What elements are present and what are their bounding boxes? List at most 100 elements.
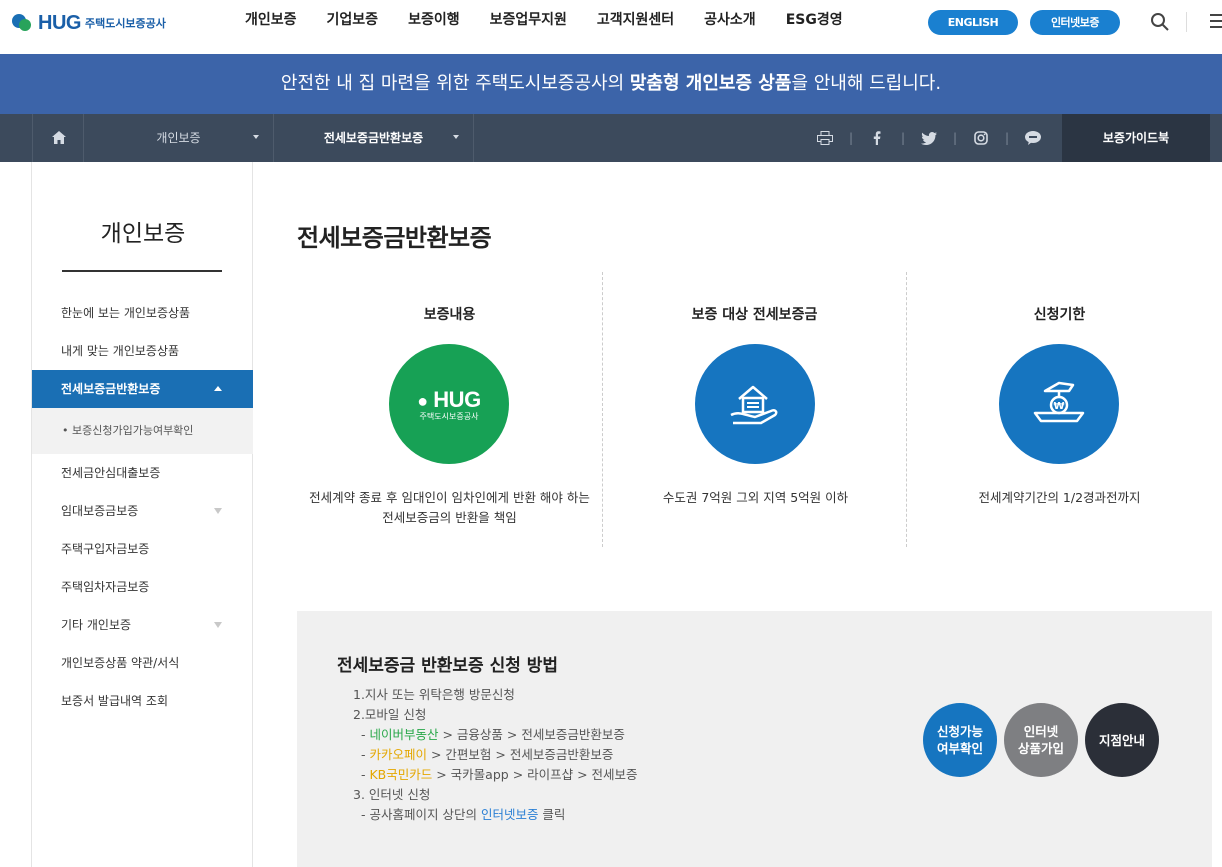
search-icon[interactable]	[1150, 12, 1170, 32]
home-icon	[52, 131, 66, 144]
internet-option: - 공사홈페이지 상단의 인터넷보증 클릭	[353, 805, 638, 825]
sidebar-item-terms[interactable]: 개인보증상품 약관/서식	[32, 644, 253, 682]
house-hand-icon-badge	[695, 344, 815, 464]
button-line: 상품가입	[1017, 741, 1064, 756]
share-divider: |	[900, 131, 906, 145]
logo-subtitle: 주택도시보증공사	[84, 17, 166, 30]
product-dropdown-label: 전세보증금반환보증	[323, 131, 424, 145]
chevron-down-icon	[214, 622, 222, 628]
sidebar-item-purchase-fund[interactable]: 주택구입자금보증	[32, 530, 253, 568]
product-summary: 보증내용 ● HUG 주택도시보증공사 전세계약 종료 후 임대인이 임차인에게…	[297, 272, 1212, 547]
gnb-item-performance[interactable]: 보증이행	[393, 0, 475, 40]
sidebar-item-recommend[interactable]: 내게 맞는 개인보증상품	[32, 332, 253, 370]
banner-text-before: 안전한 내 집 마련을 위한 주택도시보증공사의	[280, 73, 630, 94]
banner-text-bold: 맞춤형 개인보증 상품	[629, 73, 792, 94]
badge-logo-sub: 주택도시보증공사	[419, 411, 479, 421]
step-internet: 3. 인터넷 신청	[353, 787, 431, 802]
won-money-hand-icon: ₩	[1033, 381, 1085, 423]
column-title: 신청기한	[1033, 307, 1086, 323]
internet-signup-button[interactable]: 인터넷상품가입	[1004, 703, 1078, 777]
share-tools: | | | |	[808, 114, 1050, 162]
column-description: 수도권 7억원 그외 지역 5억원 이하	[662, 490, 849, 505]
gnb-item-esg[interactable]: ESG경영	[771, 0, 858, 40]
column-description: 전세계약기간의 1/2경과전까지	[978, 490, 1141, 505]
step-branch-visit: 1.지사 또는 위탁은행 방문신청	[353, 687, 515, 702]
hamburger-menu-icon[interactable]	[1210, 14, 1222, 30]
option-suffix: 클릭	[538, 807, 566, 822]
sidebar-item-label: 기타 개인보증	[61, 618, 132, 632]
chevron-down-icon	[253, 135, 259, 139]
mobile-option-kakaopay: - 카카오페이 > 간편보험 > 전세보증금반환보증	[353, 745, 638, 765]
internet-guarantee-link[interactable]: 인터넷보증	[481, 807, 539, 822]
category-dropdown-label: 개인보증	[156, 131, 201, 145]
hug-logo[interactable]: HUG 주택도시보증공사	[12, 8, 166, 38]
badge-logo-text: HUG	[433, 386, 481, 412]
share-divider: |	[1004, 131, 1010, 145]
top-header: HUG 주택도시보증공사 개인보증 기업보증 보증이행 보증업무지원 고객지원센…	[0, 0, 1222, 54]
step-mobile: 2.모바일 신청	[353, 707, 427, 722]
gnb-item-support[interactable]: 보증업무지원	[475, 0, 582, 40]
house-in-hand-icon	[730, 385, 778, 425]
gnb-item-about[interactable]: 공사소개	[689, 0, 771, 40]
button-line: 신청가능	[936, 724, 983, 739]
intro-banner: 안전한 내 집 마련을 위한 주택도시보증공사의 맞춤형 개인보증 상품을 안내…	[0, 54, 1222, 114]
sidebar-item-certificate-history[interactable]: 보증서 발급내역 조회	[32, 682, 253, 720]
button-line: 인터넷	[1023, 724, 1059, 739]
mobile-option-naver: - 네이버부동산 > 금융상품 > 전세보증금반환보증	[353, 725, 638, 745]
sidebar-item-overview[interactable]: 한눈에 보는 개인보증상품	[32, 294, 253, 332]
chevron-down-icon	[453, 135, 459, 139]
money-hand-icon-badge: ₩	[999, 344, 1119, 464]
internet-guarantee-button[interactable]: 인터넷보증	[1030, 10, 1120, 35]
share-divider: |	[848, 131, 854, 145]
global-nav: 개인보증 기업보증 보증이행 보증업무지원 고객지원센터 공사소개 ESG경영	[230, 0, 858, 40]
column-description: 전세계약 종료 후 임대인이 임차인에게 반환 해야 하는 전세보증금의 반환을…	[309, 490, 590, 525]
sub-navigation: 개인보증 전세보증금반환보증 | | | | 보증가이드북	[0, 114, 1222, 162]
print-icon[interactable]	[808, 114, 842, 162]
option-path: > 간편보험 > 전세보증금반환보증	[427, 747, 614, 762]
gnb-item-customer-center[interactable]: 고객지원센터	[582, 0, 689, 40]
hug-badge: ● HUG 주택도시보증공사	[389, 344, 509, 464]
naver-realestate-link[interactable]: 네이버부동산	[369, 727, 438, 742]
kb-card-link[interactable]: KB국민카드	[369, 767, 432, 782]
mobile-option-kbcard: - KB국민카드 > 국카몰app > 라이프샵 > 전세보증	[353, 765, 638, 785]
summary-column-target: 보증 대상 전세보증금 수도권 7억원 그외 지역 5억원 이하	[602, 272, 907, 547]
english-button[interactable]: ENGLISH	[928, 10, 1018, 35]
home-button[interactable]	[32, 114, 84, 162]
share-divider: |	[952, 131, 958, 145]
chevron-down-icon	[214, 508, 222, 514]
header-divider	[1186, 12, 1187, 32]
product-dropdown[interactable]: 전세보증금반환보증	[274, 114, 474, 162]
sidebar-item-label: 전세보증금반환보증	[61, 382, 161, 396]
logo-mark-icon	[12, 12, 36, 34]
how-to-apply-title: 전세보증금 반환보증 신청 방법	[337, 656, 559, 676]
sidebar-item-other[interactable]: 기타 개인보증	[32, 606, 253, 644]
instagram-icon[interactable]	[964, 114, 998, 162]
button-line: 여부확인	[936, 741, 983, 756]
sidebar-item-deposit-return[interactable]: 전세보증금반환보증	[32, 370, 253, 408]
page-title: 전세보증금반환보증	[297, 224, 492, 252]
guidebook-button[interactable]: 보증가이드북	[1062, 114, 1210, 162]
kakaotalk-icon[interactable]	[1016, 114, 1050, 162]
svg-text:₩: ₩	[1053, 401, 1064, 412]
sidebar-title: 개인보증	[100, 221, 186, 247]
sidebar-item-rental-deposit[interactable]: 임대보증금보증	[32, 492, 253, 530]
hug-logo-icon: ● HUG 주택도시보증공사	[417, 386, 481, 421]
sidebar-subitem-eligibility[interactable]: • 보증신청가입가능여부확인	[32, 408, 253, 454]
sidebar-item-label: 임대보증금보증	[61, 504, 139, 518]
twitter-icon[interactable]	[912, 114, 946, 162]
facebook-icon[interactable]	[860, 114, 894, 162]
option-path: > 국카몰app > 라이프샵 > 전세보증	[432, 767, 638, 782]
how-to-apply-section: 전세보증금 반환보증 신청 방법 1.지사 또는 위탁은행 방문신청 2.모바일…	[297, 611, 1212, 867]
category-dropdown[interactable]: 개인보증	[84, 114, 274, 162]
logo-text: HUG	[38, 11, 81, 34]
gnb-item-corporate[interactable]: 기업보증	[312, 0, 394, 40]
sidebar-item-lease-fund[interactable]: 주택임차자금보증	[32, 568, 253, 606]
gnb-item-personal[interactable]: 개인보증	[230, 0, 312, 40]
sidebar-item-safe-loan[interactable]: 전세금안심대출보증	[32, 454, 253, 492]
how-to-apply-steps: 1.지사 또는 위탁은행 방문신청 2.모바일 신청 - 네이버부동산 > 금융…	[353, 685, 638, 825]
sidebar-title-underline	[62, 270, 222, 272]
check-eligibility-button[interactable]: 신청가능여부확인	[923, 703, 997, 777]
kakaopay-link[interactable]: 카카오페이	[369, 747, 427, 762]
option-path: > 금융상품 > 전세보증금반환보증	[438, 727, 625, 742]
branch-info-button[interactable]: 지점안내	[1085, 703, 1159, 777]
